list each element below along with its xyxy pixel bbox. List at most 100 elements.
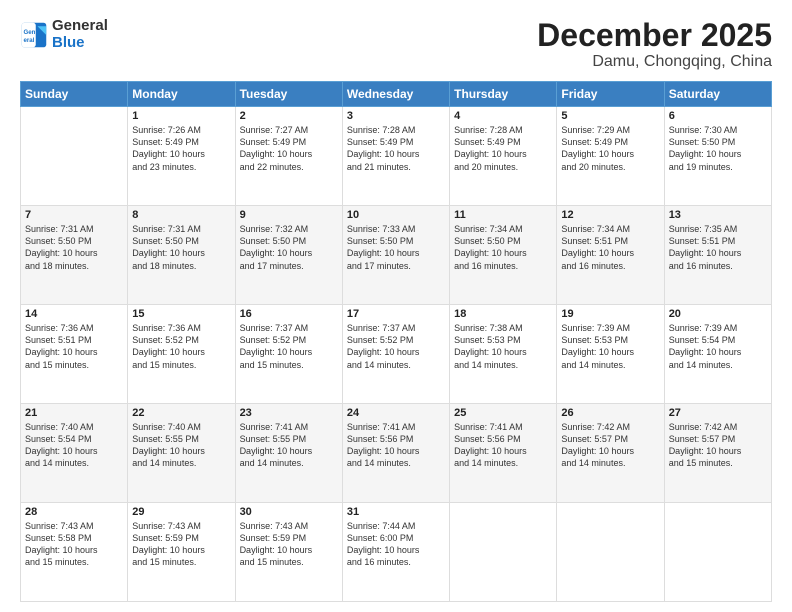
- day-number: 24: [347, 407, 445, 419]
- calendar-week-2: 7 Sunrise: 7:31 AM Sunset: 5:50 PM Daylig…: [21, 206, 772, 305]
- day-number: 12: [561, 209, 659, 221]
- day-number: 14: [25, 308, 123, 320]
- calendar-cell: 25Sunrise: 7:41 AM Sunset: 5:56 PM Dayli…: [450, 404, 557, 503]
- day-number: 1: [132, 110, 230, 122]
- calendar-cell: [21, 107, 128, 206]
- day-number: 13: [669, 209, 767, 221]
- main-title: December 2025: [537, 18, 772, 53]
- day-number: 28: [25, 506, 123, 518]
- day-number: 25: [454, 407, 552, 419]
- day-info: Sunrise: 7:43 AM Sunset: 5:59 PM Dayligh…: [132, 520, 230, 569]
- day-info: Sunrise: 7:40 AM Sunset: 5:55 PM Dayligh…: [132, 421, 230, 470]
- page: Gen eral General Blue December 2025 Damu…: [0, 0, 792, 612]
- calendar-header-sunday: Sunday: [21, 82, 128, 107]
- calendar-cell: 21 Sunrise: 7:40 AM Sunset: 5:54 PM Dayli…: [21, 404, 128, 503]
- logo-text: General Blue: [52, 18, 108, 51]
- calendar-cell: [557, 503, 664, 602]
- logo-line2: Blue: [52, 34, 85, 51]
- calendar-cell: 1Sunrise: 7:26 AM Sunset: 5:49 PM Daylig…: [128, 107, 235, 206]
- day-info: Sunrise: 7:34 AM Sunset: 5:51 PM Dayligh…: [561, 223, 659, 272]
- day-number: 10: [347, 209, 445, 221]
- day-info: Sunrise: 7:27 AM Sunset: 5:49 PM Dayligh…: [240, 124, 338, 173]
- day-info: Sunrise: 7:42 AM Sunset: 5:57 PM Dayligh…: [561, 421, 659, 470]
- calendar-cell: 7Sunrise: 7:31 AM Sunset: 5:50 PM Daylig…: [21, 206, 128, 305]
- calendar-header-wednesday: Wednesday: [342, 82, 449, 107]
- day-number: 23: [240, 407, 338, 419]
- day-number: 18: [454, 308, 552, 320]
- calendar-cell: 11Sunrise: 7:34 AM Sunset: 5:50 PM Dayli…: [450, 206, 557, 305]
- calendar-header-tuesday: Tuesday: [235, 82, 342, 107]
- calendar-cell: 6Sunrise: 7:30 AM Sunset: 5:50 PM Daylig…: [664, 107, 771, 206]
- day-info: Sunrise: 7:30 AM Sunset: 5:50 PM Dayligh…: [669, 124, 767, 173]
- calendar-cell: 24 Sunrise: 7:41 AM Sunset: 5:56 PM Dayli…: [342, 404, 449, 503]
- header: Gen eral General Blue December 2025 Damu…: [20, 18, 772, 71]
- day-number: 4: [454, 110, 552, 122]
- calendar-cell: 13Sunrise: 7:35 AM Sunset: 5:51 PM Dayli…: [664, 206, 771, 305]
- calendar-cell: 14 Sunrise: 7:36 AM Sunset: 5:51 PM Dayli…: [21, 305, 128, 404]
- calendar-cell: 20Sunrise: 7:39 AM Sunset: 5:54 PM Dayli…: [664, 305, 771, 404]
- calendar-cell: 4 Sunrise: 7:28 AM Sunset: 5:49 PM Daylig…: [450, 107, 557, 206]
- calendar-cell: 23 Sunrise: 7:41 AM Sunset: 5:55 PM Dayli…: [235, 404, 342, 503]
- calendar-cell: 28 Sunrise: 7:43 AM Sunset: 5:58 PM Dayli…: [21, 503, 128, 602]
- calendar-cell: 16 Sunrise: 7:37 AM Sunset: 5:52 PM Dayli…: [235, 305, 342, 404]
- calendar-cell: 22 Sunrise: 7:40 AM Sunset: 5:55 PM Dayli…: [128, 404, 235, 503]
- day-number: 27: [669, 407, 767, 419]
- calendar-cell: [450, 503, 557, 602]
- day-number: 7: [25, 209, 123, 221]
- calendar-week-4: 21 Sunrise: 7:40 AM Sunset: 5:54 PM Dayli…: [21, 404, 772, 503]
- day-info: Sunrise: 7:36 AM Sunset: 5:51 PM Dayligh…: [25, 322, 123, 371]
- day-info: Sunrise: 7:33 AM Sunset: 5:50 PM Dayligh…: [347, 223, 445, 272]
- calendar-header-saturday: Saturday: [664, 82, 771, 107]
- day-info: Sunrise: 7:42 AM Sunset: 5:57 PM Dayligh…: [669, 421, 767, 470]
- calendar-header-friday: Friday: [557, 82, 664, 107]
- day-number: 21: [25, 407, 123, 419]
- day-info: Sunrise: 7:31 AM Sunset: 5:50 PM Dayligh…: [132, 223, 230, 272]
- day-number: 11: [454, 209, 552, 221]
- logo-icon: Gen eral: [20, 21, 48, 49]
- day-number: 19: [561, 308, 659, 320]
- calendar-header-monday: Monday: [128, 82, 235, 107]
- day-info: Sunrise: 7:41 AM Sunset: 5:55 PM Dayligh…: [240, 421, 338, 470]
- calendar-cell: 26 Sunrise: 7:42 AM Sunset: 5:57 PM Dayli…: [557, 404, 664, 503]
- day-info: Sunrise: 7:37 AM Sunset: 5:52 PM Dayligh…: [240, 322, 338, 371]
- calendar-header-row: SundayMondayTuesdayWednesdayThursdayFrid…: [21, 82, 772, 107]
- logo: Gen eral General Blue: [20, 18, 108, 51]
- logo-line1: General: [52, 18, 108, 35]
- day-info: Sunrise: 7:28 AM Sunset: 5:49 PM Dayligh…: [454, 124, 552, 173]
- day-number: 31: [347, 506, 445, 518]
- day-number: 22: [132, 407, 230, 419]
- day-info: Sunrise: 7:41 AM Sunset: 5:56 PM Dayligh…: [347, 421, 445, 470]
- day-number: 3: [347, 110, 445, 122]
- day-number: 8: [132, 209, 230, 221]
- day-number: 29: [132, 506, 230, 518]
- day-info: Sunrise: 7:43 AM Sunset: 5:59 PM Dayligh…: [240, 520, 338, 569]
- svg-text:Gen: Gen: [24, 29, 36, 36]
- calendar-cell: 8 Sunrise: 7:31 AM Sunset: 5:50 PM Daylig…: [128, 206, 235, 305]
- calendar-cell: 2 Sunrise: 7:27 AM Sunset: 5:49 PM Daylig…: [235, 107, 342, 206]
- calendar-cell: [664, 503, 771, 602]
- day-info: Sunrise: 7:28 AM Sunset: 5:49 PM Dayligh…: [347, 124, 445, 173]
- calendar-cell: 17Sunrise: 7:37 AM Sunset: 5:52 PM Dayli…: [342, 305, 449, 404]
- calendar-cell: 3 Sunrise: 7:28 AM Sunset: 5:49 PM Daylig…: [342, 107, 449, 206]
- calendar-cell: 19Sunrise: 7:39 AM Sunset: 5:53 PM Dayli…: [557, 305, 664, 404]
- calendar-week-5: 28 Sunrise: 7:43 AM Sunset: 5:58 PM Dayli…: [21, 503, 772, 602]
- calendar-cell: 27 Sunrise: 7:42 AM Sunset: 5:57 PM Dayli…: [664, 404, 771, 503]
- day-info: Sunrise: 7:40 AM Sunset: 5:54 PM Dayligh…: [25, 421, 123, 470]
- calendar-cell: 10 Sunrise: 7:33 AM Sunset: 5:50 PM Dayli…: [342, 206, 449, 305]
- day-number: 2: [240, 110, 338, 122]
- day-info: Sunrise: 7:43 AM Sunset: 5:58 PM Dayligh…: [25, 520, 123, 569]
- title-block: December 2025 Damu, Chongqing, China: [537, 18, 772, 71]
- calendar-cell: 31Sunrise: 7:44 AM Sunset: 6:00 PM Dayli…: [342, 503, 449, 602]
- calendar-cell: 15Sunrise: 7:36 AM Sunset: 5:52 PM Dayli…: [128, 305, 235, 404]
- day-info: Sunrise: 7:36 AM Sunset: 5:52 PM Dayligh…: [132, 322, 230, 371]
- day-number: 26: [561, 407, 659, 419]
- day-number: 30: [240, 506, 338, 518]
- calendar-cell: 18Sunrise: 7:38 AM Sunset: 5:53 PM Dayli…: [450, 305, 557, 404]
- day-number: 20: [669, 308, 767, 320]
- calendar-cell: 9Sunrise: 7:32 AM Sunset: 5:50 PM Daylig…: [235, 206, 342, 305]
- day-number: 16: [240, 308, 338, 320]
- day-number: 5: [561, 110, 659, 122]
- calendar-cell: 30 Sunrise: 7:43 AM Sunset: 5:59 PM Dayli…: [235, 503, 342, 602]
- svg-text:eral: eral: [24, 37, 35, 44]
- subtitle: Damu, Chongqing, China: [537, 53, 772, 71]
